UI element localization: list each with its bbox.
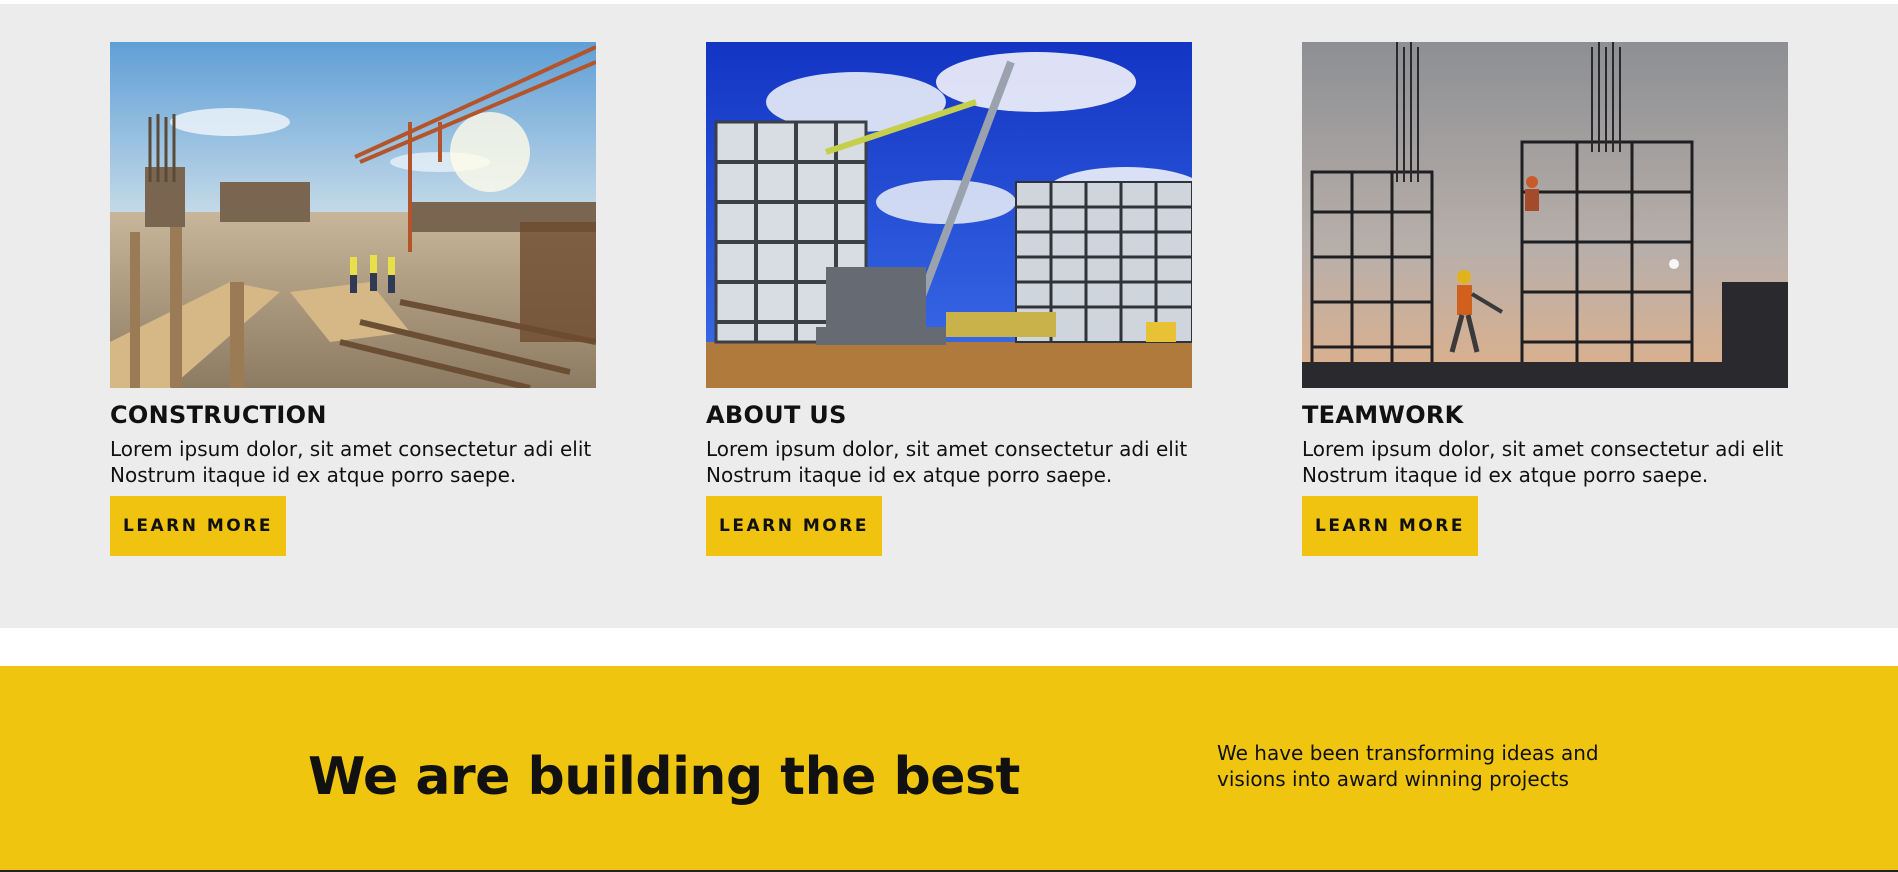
banner-heading: We are building the best <box>308 747 1020 807</box>
card-title: ABOUT US <box>706 401 847 429</box>
card-title: TEAMWORK <box>1302 401 1464 429</box>
learn-more-button[interactable]: LEARN MORE <box>1302 496 1478 556</box>
section-divider <box>0 628 1898 666</box>
cta-banner: We are building the best We have been tr… <box>0 666 1898 870</box>
banner-description: We have been transforming ideas and visi… <box>1217 741 1599 791</box>
about-us-image <box>706 42 1192 388</box>
services-section: CONSTRUCTION Lorem ipsum dolor, sit amet… <box>0 4 1898 628</box>
card-title: CONSTRUCTION <box>110 401 327 429</box>
card-description: Lorem ipsum dolor, sit amet consectetur … <box>706 437 1188 487</box>
learn-more-button[interactable]: LEARN MORE <box>706 496 882 556</box>
card-construction: CONSTRUCTION Lorem ipsum dolor, sit amet… <box>110 42 596 556</box>
teamwork-image <box>1302 42 1788 388</box>
card-about-us: ABOUT US Lorem ipsum dolor, sit amet con… <box>706 42 1192 556</box>
learn-more-button[interactable]: LEARN MORE <box>110 496 286 556</box>
construction-image <box>110 42 596 388</box>
card-description: Lorem ipsum dolor, sit amet consectetur … <box>110 437 592 487</box>
card-description: Lorem ipsum dolor, sit amet consectetur … <box>1302 437 1784 487</box>
card-teamwork: TEAMWORK Lorem ipsum dolor, sit amet con… <box>1302 42 1788 556</box>
